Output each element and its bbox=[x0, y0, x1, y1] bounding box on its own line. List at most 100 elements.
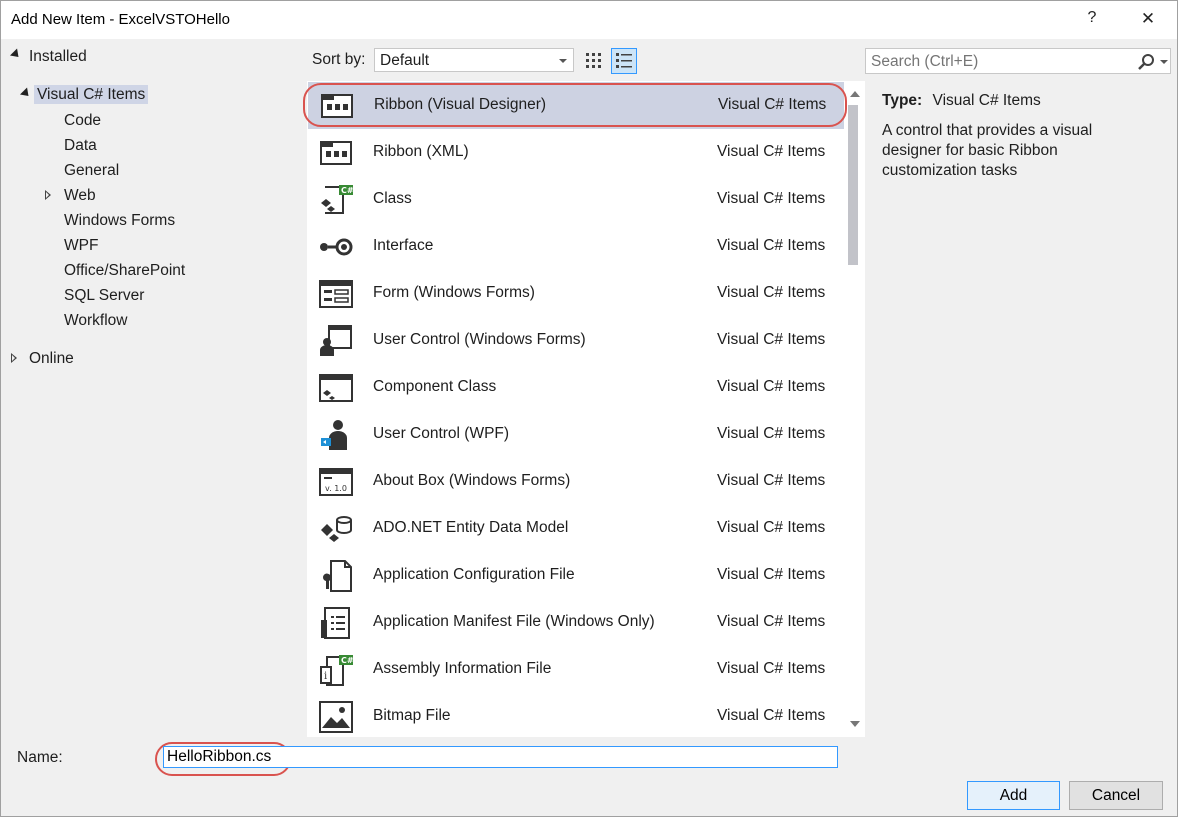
type-value: Visual C# Items bbox=[932, 92, 1041, 109]
tree-node-label: Web bbox=[64, 187, 96, 204]
scroll-up-arrow-icon[interactable] bbox=[850, 91, 860, 97]
item-name: Ribbon (XML) bbox=[373, 143, 469, 160]
name-label: Name: bbox=[17, 749, 63, 766]
tree-node-sql-server[interactable]: SQL Server bbox=[64, 287, 144, 305]
manifest-file-icon bbox=[321, 607, 350, 639]
svg-text:C#: C# bbox=[341, 656, 354, 665]
svg-text:C#: C# bbox=[341, 186, 354, 195]
collapse-arrow-icon[interactable] bbox=[9, 48, 23, 61]
dialog-title: Add New Item - ExcelVSTOHello bbox=[11, 11, 230, 28]
list-item-ribbon-visual-designer[interactable]: Ribbon (Visual Designer) Visual C# Items bbox=[308, 82, 844, 129]
assembly-info-icon: C# i bbox=[320, 655, 354, 686]
type-row: Type: Visual C# Items bbox=[882, 91, 1142, 111]
list-item-interface[interactable]: Interface Visual C# Items bbox=[307, 223, 845, 270]
item-category: Visual C# Items bbox=[717, 660, 826, 677]
search-options-chevron-icon[interactable] bbox=[1160, 60, 1168, 64]
item-name: Component Class bbox=[373, 378, 497, 395]
list-item-about-box[interactable]: v. 1.0 About Box (Windows Forms) Visual … bbox=[307, 458, 845, 505]
item-category: Visual C# Items bbox=[717, 707, 826, 724]
list-item-component-class[interactable]: Component Class Visual C# Items bbox=[307, 364, 845, 411]
item-name: Application Configuration File bbox=[373, 566, 575, 583]
ribbon-xml-icon bbox=[320, 141, 352, 165]
config-file-icon bbox=[322, 560, 352, 592]
cancel-button[interactable]: Cancel bbox=[1069, 781, 1163, 810]
list-item-bitmap-file[interactable]: Bitmap File Visual C# Items bbox=[307, 693, 845, 737]
type-label: Type: bbox=[882, 92, 923, 109]
details-pane: Type: Visual C# Items A control that pro… bbox=[882, 91, 1142, 181]
entity-model-icon bbox=[321, 516, 352, 542]
item-category: Visual C# Items bbox=[717, 237, 826, 254]
item-name: User Control (Windows Forms) bbox=[373, 331, 586, 348]
list-item-user-control-wpf[interactable]: User Control (WPF) Visual C# Items bbox=[307, 411, 845, 458]
tree-node-visual-csharp-items[interactable]: Visual C# Items bbox=[19, 85, 149, 104]
medium-icons-view-button[interactable] bbox=[611, 48, 637, 74]
item-name: Interface bbox=[373, 237, 434, 254]
component-class-icon bbox=[319, 374, 353, 402]
close-button[interactable]: ✕ bbox=[1138, 9, 1158, 31]
search-input[interactable] bbox=[871, 52, 1126, 72]
tree-node-windows-forms[interactable]: Windows Forms bbox=[64, 212, 175, 230]
tree-node-online[interactable]: Online bbox=[11, 350, 74, 368]
list-view-icon bbox=[616, 53, 632, 68]
add-button[interactable]: Add bbox=[967, 781, 1060, 810]
tree-node-data[interactable]: Data bbox=[64, 137, 97, 155]
tree-node-wpf[interactable]: WPF bbox=[64, 237, 98, 255]
item-category: Visual C# Items bbox=[717, 284, 826, 301]
item-name: Ribbon (Visual Designer) bbox=[374, 96, 547, 113]
list-item-ribbon-xml[interactable]: Ribbon (XML) Visual C# Items bbox=[307, 129, 845, 176]
expand-arrow-icon[interactable] bbox=[11, 353, 21, 363]
item-category: Visual C# Items bbox=[717, 425, 826, 442]
item-name: Assembly Information File bbox=[373, 660, 552, 677]
tree-node-web[interactable]: Web bbox=[45, 187, 96, 205]
item-name: Bitmap File bbox=[373, 707, 451, 724]
small-icons-view-button[interactable] bbox=[581, 48, 607, 74]
sort-dropdown[interactable]: Default bbox=[374, 48, 574, 72]
class-icon: C# bbox=[321, 185, 354, 214]
title-bar: Add New Item - ExcelVSTOHello ? ✕ bbox=[1, 1, 1177, 39]
list-item-form-windows-forms[interactable]: Form (Windows Forms) Visual C# Items bbox=[307, 270, 845, 317]
scrollbar-thumb[interactable] bbox=[848, 105, 858, 265]
svg-text:v. 1.0: v. 1.0 bbox=[325, 484, 347, 493]
search-box[interactable] bbox=[865, 48, 1171, 74]
chevron-down-icon bbox=[559, 59, 567, 63]
list-item-assembly-info-file[interactable]: C# i Assembly Information File Visual C#… bbox=[307, 646, 845, 693]
item-category: Visual C# Items bbox=[717, 190, 826, 207]
sort-label: Sort by: bbox=[312, 51, 366, 68]
item-name: About Box (Windows Forms) bbox=[373, 472, 571, 489]
item-name: Form (Windows Forms) bbox=[373, 284, 535, 301]
item-name: Application Manifest File (Windows Only) bbox=[373, 613, 655, 630]
template-list: Ribbon (Visual Designer) Visual C# Items… bbox=[307, 81, 865, 737]
tree-node-code[interactable]: Code bbox=[64, 112, 101, 130]
user-control-icon bbox=[320, 325, 352, 356]
list-item-user-control-windows-forms[interactable]: User Control (Windows Forms) Visual C# I… bbox=[307, 317, 845, 364]
list-item-app-config-file[interactable]: Application Configuration File Visual C#… bbox=[307, 552, 845, 599]
item-name: Class bbox=[373, 190, 412, 207]
name-field[interactable] bbox=[163, 746, 838, 768]
help-button[interactable]: ? bbox=[1082, 9, 1102, 31]
expand-arrow-icon[interactable] bbox=[45, 190, 55, 200]
grid-view-icon bbox=[586, 53, 601, 68]
item-name: ADO.NET Entity Data Model bbox=[373, 519, 569, 536]
search-icon[interactable] bbox=[1136, 52, 1156, 72]
bitmap-file-icon bbox=[319, 701, 353, 733]
list-item-ado-net-entity-data-model[interactable]: ADO.NET Entity Data Model Visual C# Item… bbox=[307, 505, 845, 552]
list-item-app-manifest-file[interactable]: Application Manifest File (Windows Only)… bbox=[307, 599, 845, 646]
item-category: Visual C# Items bbox=[717, 613, 826, 630]
tree-node-office-sharepoint[interactable]: Office/SharePoint bbox=[64, 262, 185, 280]
item-category: Visual C# Items bbox=[717, 472, 826, 489]
tree-node-workflow[interactable]: Workflow bbox=[64, 312, 127, 330]
list-scrollbar[interactable] bbox=[845, 81, 865, 737]
ribbon-icon bbox=[321, 94, 353, 118]
list-item-class[interactable]: C# Class Visual C# Items bbox=[307, 176, 845, 223]
scroll-down-arrow-icon[interactable] bbox=[850, 721, 860, 727]
item-category: Visual C# Items bbox=[718, 96, 827, 113]
item-category: Visual C# Items bbox=[717, 331, 826, 348]
item-category: Visual C# Items bbox=[717, 519, 826, 536]
collapse-arrow-icon[interactable] bbox=[19, 87, 33, 100]
tree-node-installed[interactable]: Installed bbox=[9, 48, 87, 66]
tree-node-general[interactable]: General bbox=[64, 162, 119, 180]
item-description: A control that provides a visual designe… bbox=[882, 122, 1093, 179]
interface-icon bbox=[320, 238, 353, 256]
sort-value: Default bbox=[380, 52, 430, 69]
tree-node-label: Visual C# Items bbox=[34, 85, 149, 104]
